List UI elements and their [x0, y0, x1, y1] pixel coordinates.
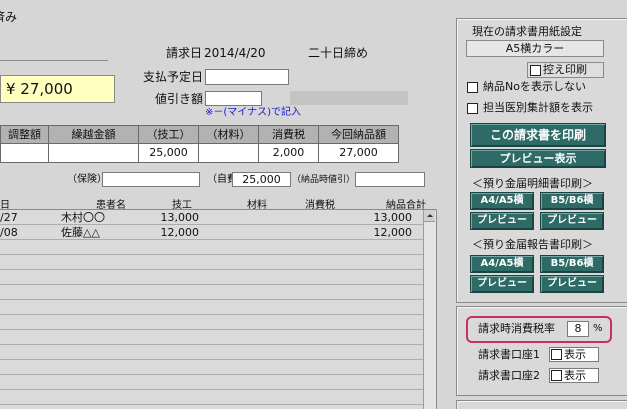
list-item-date: /08 — [0, 226, 18, 239]
tax-rate-input[interactable]: 8 — [567, 321, 589, 337]
delivery-list[interactable]: /27 木村〇〇 13,000 13,000 /08 佐藤△△ 12,000 1… — [0, 209, 437, 409]
account2-label: 請求書口座2 — [478, 369, 540, 382]
list-item-patient: 木村〇〇 — [61, 211, 105, 224]
payment-date-label: 支払予定日 — [143, 70, 204, 84]
list-item-technical: 12,000 — [160, 226, 200, 239]
list-item[interactable]: /08 佐藤△△ 12,000 12,000 — [0, 226, 424, 240]
deposit-detail-label: ＜預り金届明細書印刷＞ — [472, 177, 593, 190]
tax-rate-unit: % — [593, 323, 603, 334]
deposit-detail-b5b6-button[interactable]: B5/B6横 — [540, 192, 604, 210]
payment-date-input[interactable] — [205, 69, 289, 85]
scroll-up-arrow-icon[interactable] — [424, 210, 435, 222]
deposit-detail-a4a5-button[interactable]: A4/A5横 — [470, 192, 534, 210]
invoice-date-value: 2014/4/20 — [204, 46, 266, 60]
hide-delivery-no-checkbox[interactable] — [467, 82, 478, 93]
delivery-discount-input[interactable] — [355, 172, 425, 187]
deposit-report-label: ＜預り金届報告書印刷＞ — [472, 238, 593, 251]
list-item-total: 12,000 — [373, 226, 413, 239]
summary-value-tax: 2,000 — [258, 143, 319, 163]
list-scrollbar[interactable] — [423, 210, 436, 409]
summary-header-tax: 消費税 — [258, 125, 319, 144]
copy-print-label: 控え印刷 — [543, 63, 587, 76]
summary-header-adjustment: 調整額 — [0, 125, 49, 144]
deposit-report-b5b6-preview-button[interactable]: プレビュー — [540, 275, 604, 293]
list-item-technical: 13,000 — [160, 211, 200, 224]
deposit-report-b5b6-button[interactable]: B5/B6横 — [540, 255, 604, 273]
total-amount: ¥ 27,000 — [0, 75, 115, 103]
summary-header-technical: （技工） — [138, 125, 199, 144]
account1-label: 請求書口座1 — [478, 348, 540, 361]
copy-print-checkbox[interactable] — [530, 65, 541, 76]
summary-header-current-delivery: 今回納品額 — [318, 125, 399, 144]
summary-value-material — [198, 143, 259, 163]
preview-button[interactable]: プレビュー表示 — [470, 149, 606, 168]
divider-line — [0, 60, 108, 61]
summary-value-adjustment — [0, 143, 49, 163]
deposit-detail-a4a5-preview-button[interactable]: プレビュー — [470, 212, 534, 230]
list-item-total: 13,000 — [373, 211, 413, 224]
invoice-date-label: 請求日 — [166, 46, 203, 60]
discount-display-bar — [290, 91, 408, 105]
delivery-discount-label: （納品時値引） — [292, 175, 356, 185]
status-text: 済み — [0, 10, 18, 24]
doctor-total-label: 担当医別集計額を表示 — [483, 101, 593, 114]
print-invoice-button[interactable]: この請求書を印刷 — [470, 123, 606, 147]
account2-show-label: 表示 — [564, 369, 586, 382]
account1-show-checkbox[interactable] — [551, 349, 562, 360]
bottom-panel — [456, 400, 627, 409]
summary-header-material: （材料） — [198, 125, 259, 144]
discount-input[interactable] — [205, 91, 262, 106]
hide-delivery-no-label: 納品Noを表示しない — [483, 80, 586, 93]
doctor-total-checkbox[interactable] — [467, 103, 478, 114]
list-item-patient: 佐藤△△ — [61, 226, 100, 239]
paper-setting-value: A5横カラー — [466, 40, 604, 57]
summary-value-current-delivery: 27,000 — [318, 143, 399, 163]
summary-header-carryover: 繰越金額 — [48, 125, 139, 144]
tax-rate-label: 請求時消費税率 — [478, 322, 555, 335]
discount-label: 値引き額 — [155, 92, 204, 106]
deposit-detail-b5b6-preview-button[interactable]: プレビュー — [540, 212, 604, 230]
discount-note: ※－(マイナス)で記入 — [205, 107, 301, 118]
list-item-date: /27 — [0, 211, 18, 224]
account1-show-label: 表示 — [564, 348, 586, 361]
summary-table: 調整額 繰越金額 （技工） （材料） 消費税 今回納品額 25,000 2,00… — [0, 125, 399, 163]
deposit-report-a4a5-button[interactable]: A4/A5横 — [470, 255, 534, 273]
account2-show-checkbox[interactable] — [551, 370, 562, 381]
self-pay-input[interactable]: 25,000 — [232, 172, 291, 187]
insurance-input[interactable] — [102, 172, 200, 187]
summary-value-carryover — [48, 143, 139, 163]
closing-rule: 二十日締め — [308, 46, 369, 60]
list-item[interactable]: /27 木村〇〇 13,000 13,000 — [0, 211, 424, 225]
summary-value-technical: 25,000 — [138, 143, 199, 163]
deposit-report-a4a5-preview-button[interactable]: プレビュー — [470, 275, 534, 293]
insurance-label: （保険） — [67, 174, 107, 185]
paper-setting-label: 現在の請求書用紙設定 — [472, 25, 582, 38]
